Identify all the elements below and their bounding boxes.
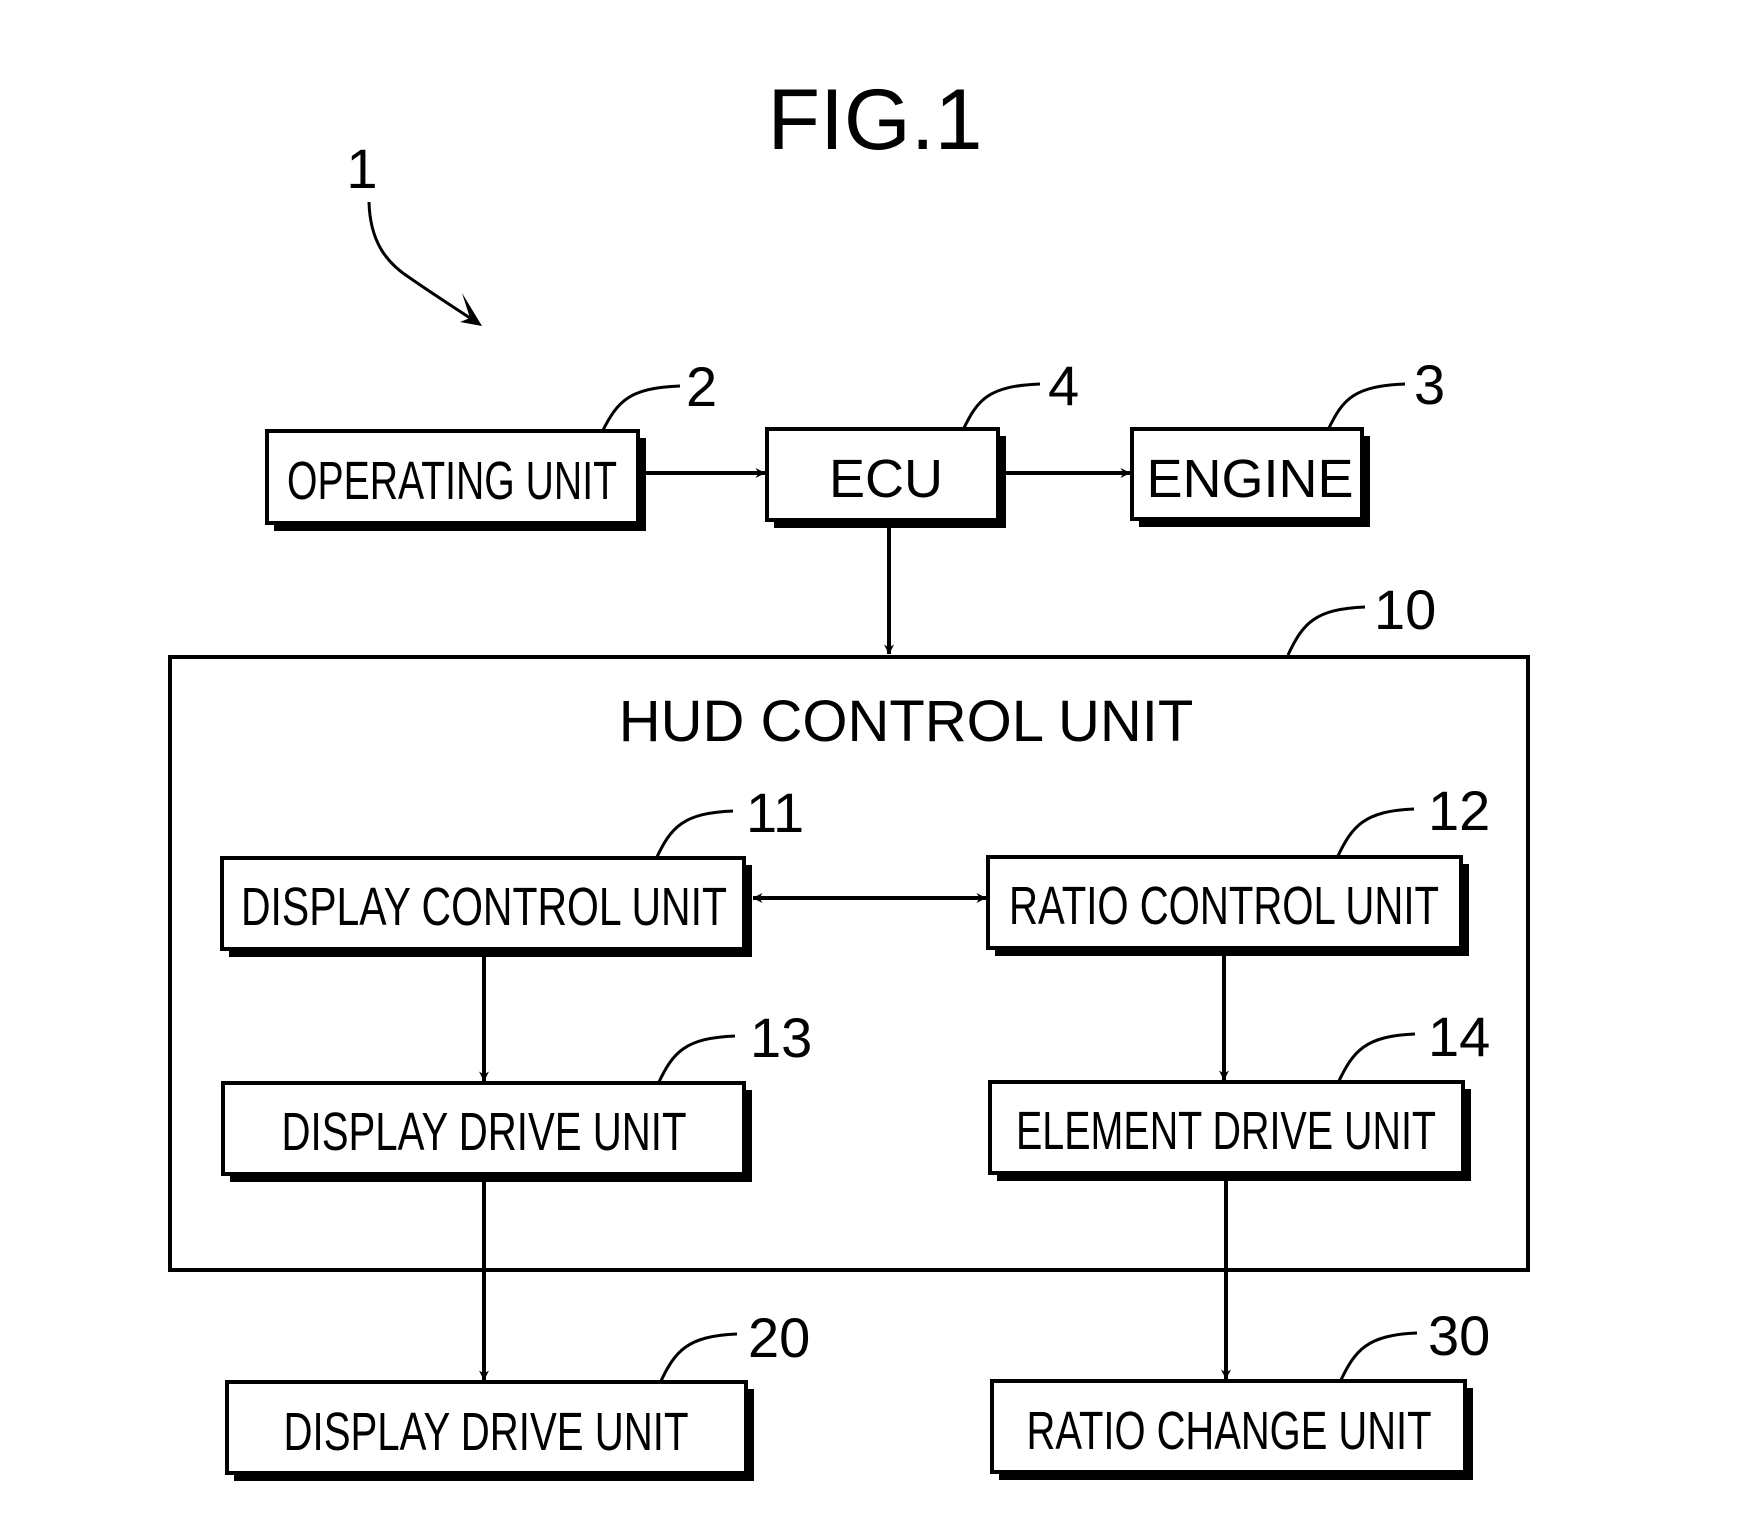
leader-30	[1338, 1331, 1418, 1383]
block-ratio-change-unit[interactable]: RATIO CHANGE UNIT	[990, 1379, 1473, 1480]
block-display-drive-unit-13[interactable]: DISPLAY DRIVE UNIT	[221, 1081, 752, 1182]
leader-14	[1336, 1032, 1416, 1084]
block-label: RATIO CHANGE UNIT	[1027, 1401, 1432, 1461]
block-label: DISPLAY DRIVE UNIT	[282, 1102, 687, 1162]
leader-10	[1286, 605, 1366, 656]
block-display-control-unit[interactable]: DISPLAY CONTROL UNIT	[220, 856, 752, 957]
ref-11: 11	[746, 781, 804, 844]
block-label: ECU	[829, 449, 943, 509]
ref-30: 30	[1428, 1304, 1490, 1367]
block-ecu[interactable]: ECU	[765, 427, 1006, 528]
leader-3	[1326, 382, 1406, 431]
block-element-drive-unit[interactable]: ELEMENT DRIVE UNIT	[988, 1080, 1471, 1181]
block-label: RATIO CONTROL UNIT	[1009, 876, 1439, 936]
leader-12	[1335, 807, 1415, 859]
block-operating-unit[interactable]: OPERATING UNIT	[265, 429, 646, 531]
ref-4: 4	[1048, 354, 1079, 417]
block-diagram: FIG.1 1 OPERATING UNIT 2 ECU 4 ENGINE 3 …	[168, 72, 1530, 1481]
leader-20	[658, 1332, 738, 1384]
leader-4	[961, 382, 1041, 431]
ref-10: 10	[1374, 578, 1436, 641]
ref-12: 12	[1428, 779, 1490, 842]
block-label: ENGINE	[1146, 449, 1353, 509]
leader-13	[656, 1034, 736, 1085]
ref-13: 13	[750, 1006, 812, 1069]
ref-20: 20	[748, 1306, 810, 1369]
block-label: ELEMENT DRIVE UNIT	[1016, 1101, 1436, 1161]
block-label: OPERATING UNIT	[287, 451, 617, 511]
block-label: DISPLAY DRIVE UNIT	[284, 1402, 689, 1462]
ref-14: 14	[1428, 1005, 1490, 1068]
system-ref-arrowhead-icon	[460, 293, 482, 326]
ref-2: 2	[686, 355, 717, 418]
hud-control-unit-title: HUD CONTROL UNIT	[619, 689, 1194, 754]
ref-system: 1	[346, 137, 377, 200]
leader-11	[654, 809, 734, 860]
leader-2	[600, 384, 681, 433]
figure-title: FIG.1	[767, 72, 982, 168]
block-ratio-control-unit[interactable]: RATIO CONTROL UNIT	[986, 855, 1469, 956]
block-display-drive-unit-20[interactable]: DISPLAY DRIVE UNIT	[225, 1380, 754, 1481]
block-label: DISPLAY CONTROL UNIT	[241, 877, 727, 937]
block-engine[interactable]: ENGINE	[1130, 427, 1370, 527]
ref-3: 3	[1414, 353, 1445, 416]
system-ref-arrow	[367, 201, 471, 320]
